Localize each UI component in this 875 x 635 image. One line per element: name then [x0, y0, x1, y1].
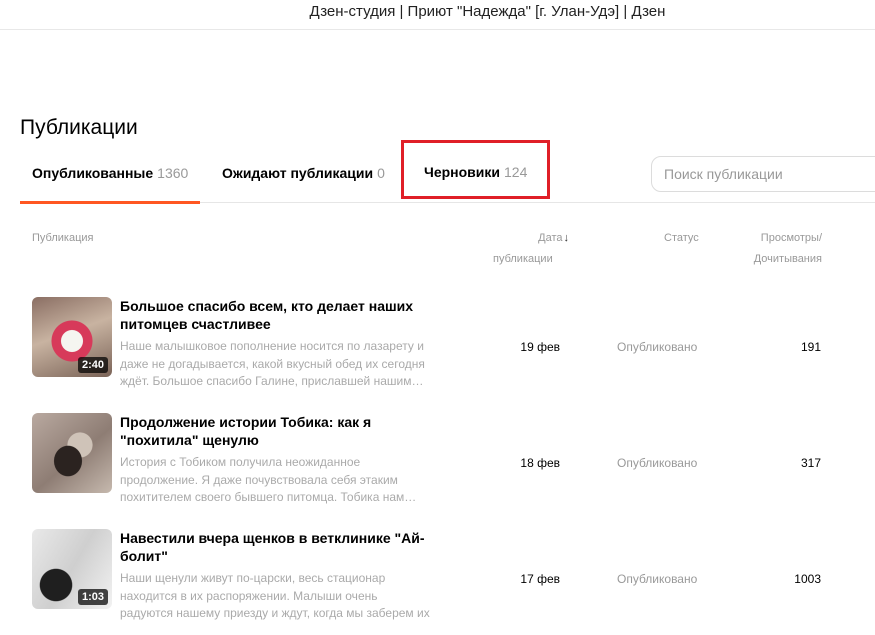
tab-pending[interactable]: Ожидают публикации 0: [210, 152, 397, 203]
publication-date: 18 фев: [520, 456, 560, 470]
sort-arrow-icon: ↓: [563, 232, 570, 244]
publication-thumbnail[interactable]: 1:03: [32, 529, 112, 609]
tab-drafts[interactable]: Черновики 124: [401, 140, 551, 199]
publication-title[interactable]: Продолжение истории Тобика: как я "похит…: [120, 413, 450, 449]
publication-thumbnail[interactable]: 2:40: [32, 297, 112, 377]
publication-row[interactable]: 1:03 Навестили вчера щенков в ветклинике…: [0, 529, 875, 621]
tab-pending-count: 0: [377, 165, 385, 181]
tab-published-count: 1360: [157, 165, 189, 181]
publication-title[interactable]: Большое спасибо всем, кто делает наших п…: [120, 297, 450, 333]
publication-status: Опубликовано: [617, 456, 698, 470]
publication-thumbnail[interactable]: [32, 413, 112, 493]
page-title: Публикации: [20, 116, 138, 139]
publication-row[interactable]: 2:40 Большое спасибо всем, кто делает на…: [0, 297, 875, 389]
publication-title[interactable]: Навестили вчера щенков в ветклинике "Ай-…: [120, 529, 450, 565]
publication-row[interactable]: Продолжение истории Тобика: как я "похит…: [0, 413, 875, 505]
tab-drafts-count: 124: [504, 164, 528, 180]
video-duration-badge: 2:40: [77, 357, 108, 373]
video-duration-badge: 1:03: [77, 589, 108, 605]
search-input[interactable]: [652, 157, 875, 191]
tab-published[interactable]: Опубликованные 1360: [20, 152, 201, 204]
column-header-status: Статус: [664, 232, 699, 244]
publication-date: 17 фев: [520, 572, 560, 586]
tab-pending-label: Ожидают публикации: [222, 165, 374, 181]
column-header-date-label-2: публикации: [493, 253, 553, 265]
publication-description: Наши щенули живут по-царски, весь стацио…: [120, 571, 430, 620]
search-box: [651, 156, 875, 192]
column-header-views-label: Просмотры/: [760, 232, 822, 244]
column-header-date-label: Дата: [538, 232, 563, 244]
publication-status: Опубликовано: [617, 340, 698, 354]
column-header-date[interactable]: Дата↓ публикации: [480, 228, 570, 270]
publication-description: Наше малышковое пополнение носится по ла…: [120, 339, 425, 388]
publication-views: 191: [800, 340, 821, 354]
tab-drafts-label: Черновики: [424, 164, 501, 180]
column-header-publication: Публикация: [32, 232, 94, 244]
publication-views: 317: [800, 456, 821, 470]
column-header-views: Просмотры/ Дочитывания: [700, 228, 822, 270]
publication-status: Опубликовано: [617, 572, 698, 586]
window-title-bar: Дзен-студия | Приют "Надежда" [г. Улан-У…: [0, 0, 875, 30]
publication-views: 1003: [794, 572, 821, 586]
window-title: Дзен-студия | Приют "Надежда" [г. Улан-У…: [309, 3, 666, 20]
publication-date: 19 фев: [520, 340, 560, 354]
tab-published-label: Опубликованные: [32, 165, 154, 181]
column-header-views-label-2: Дочитывания: [753, 253, 822, 265]
publication-description: История с Тобиком получила неожиданное п…: [120, 455, 417, 504]
